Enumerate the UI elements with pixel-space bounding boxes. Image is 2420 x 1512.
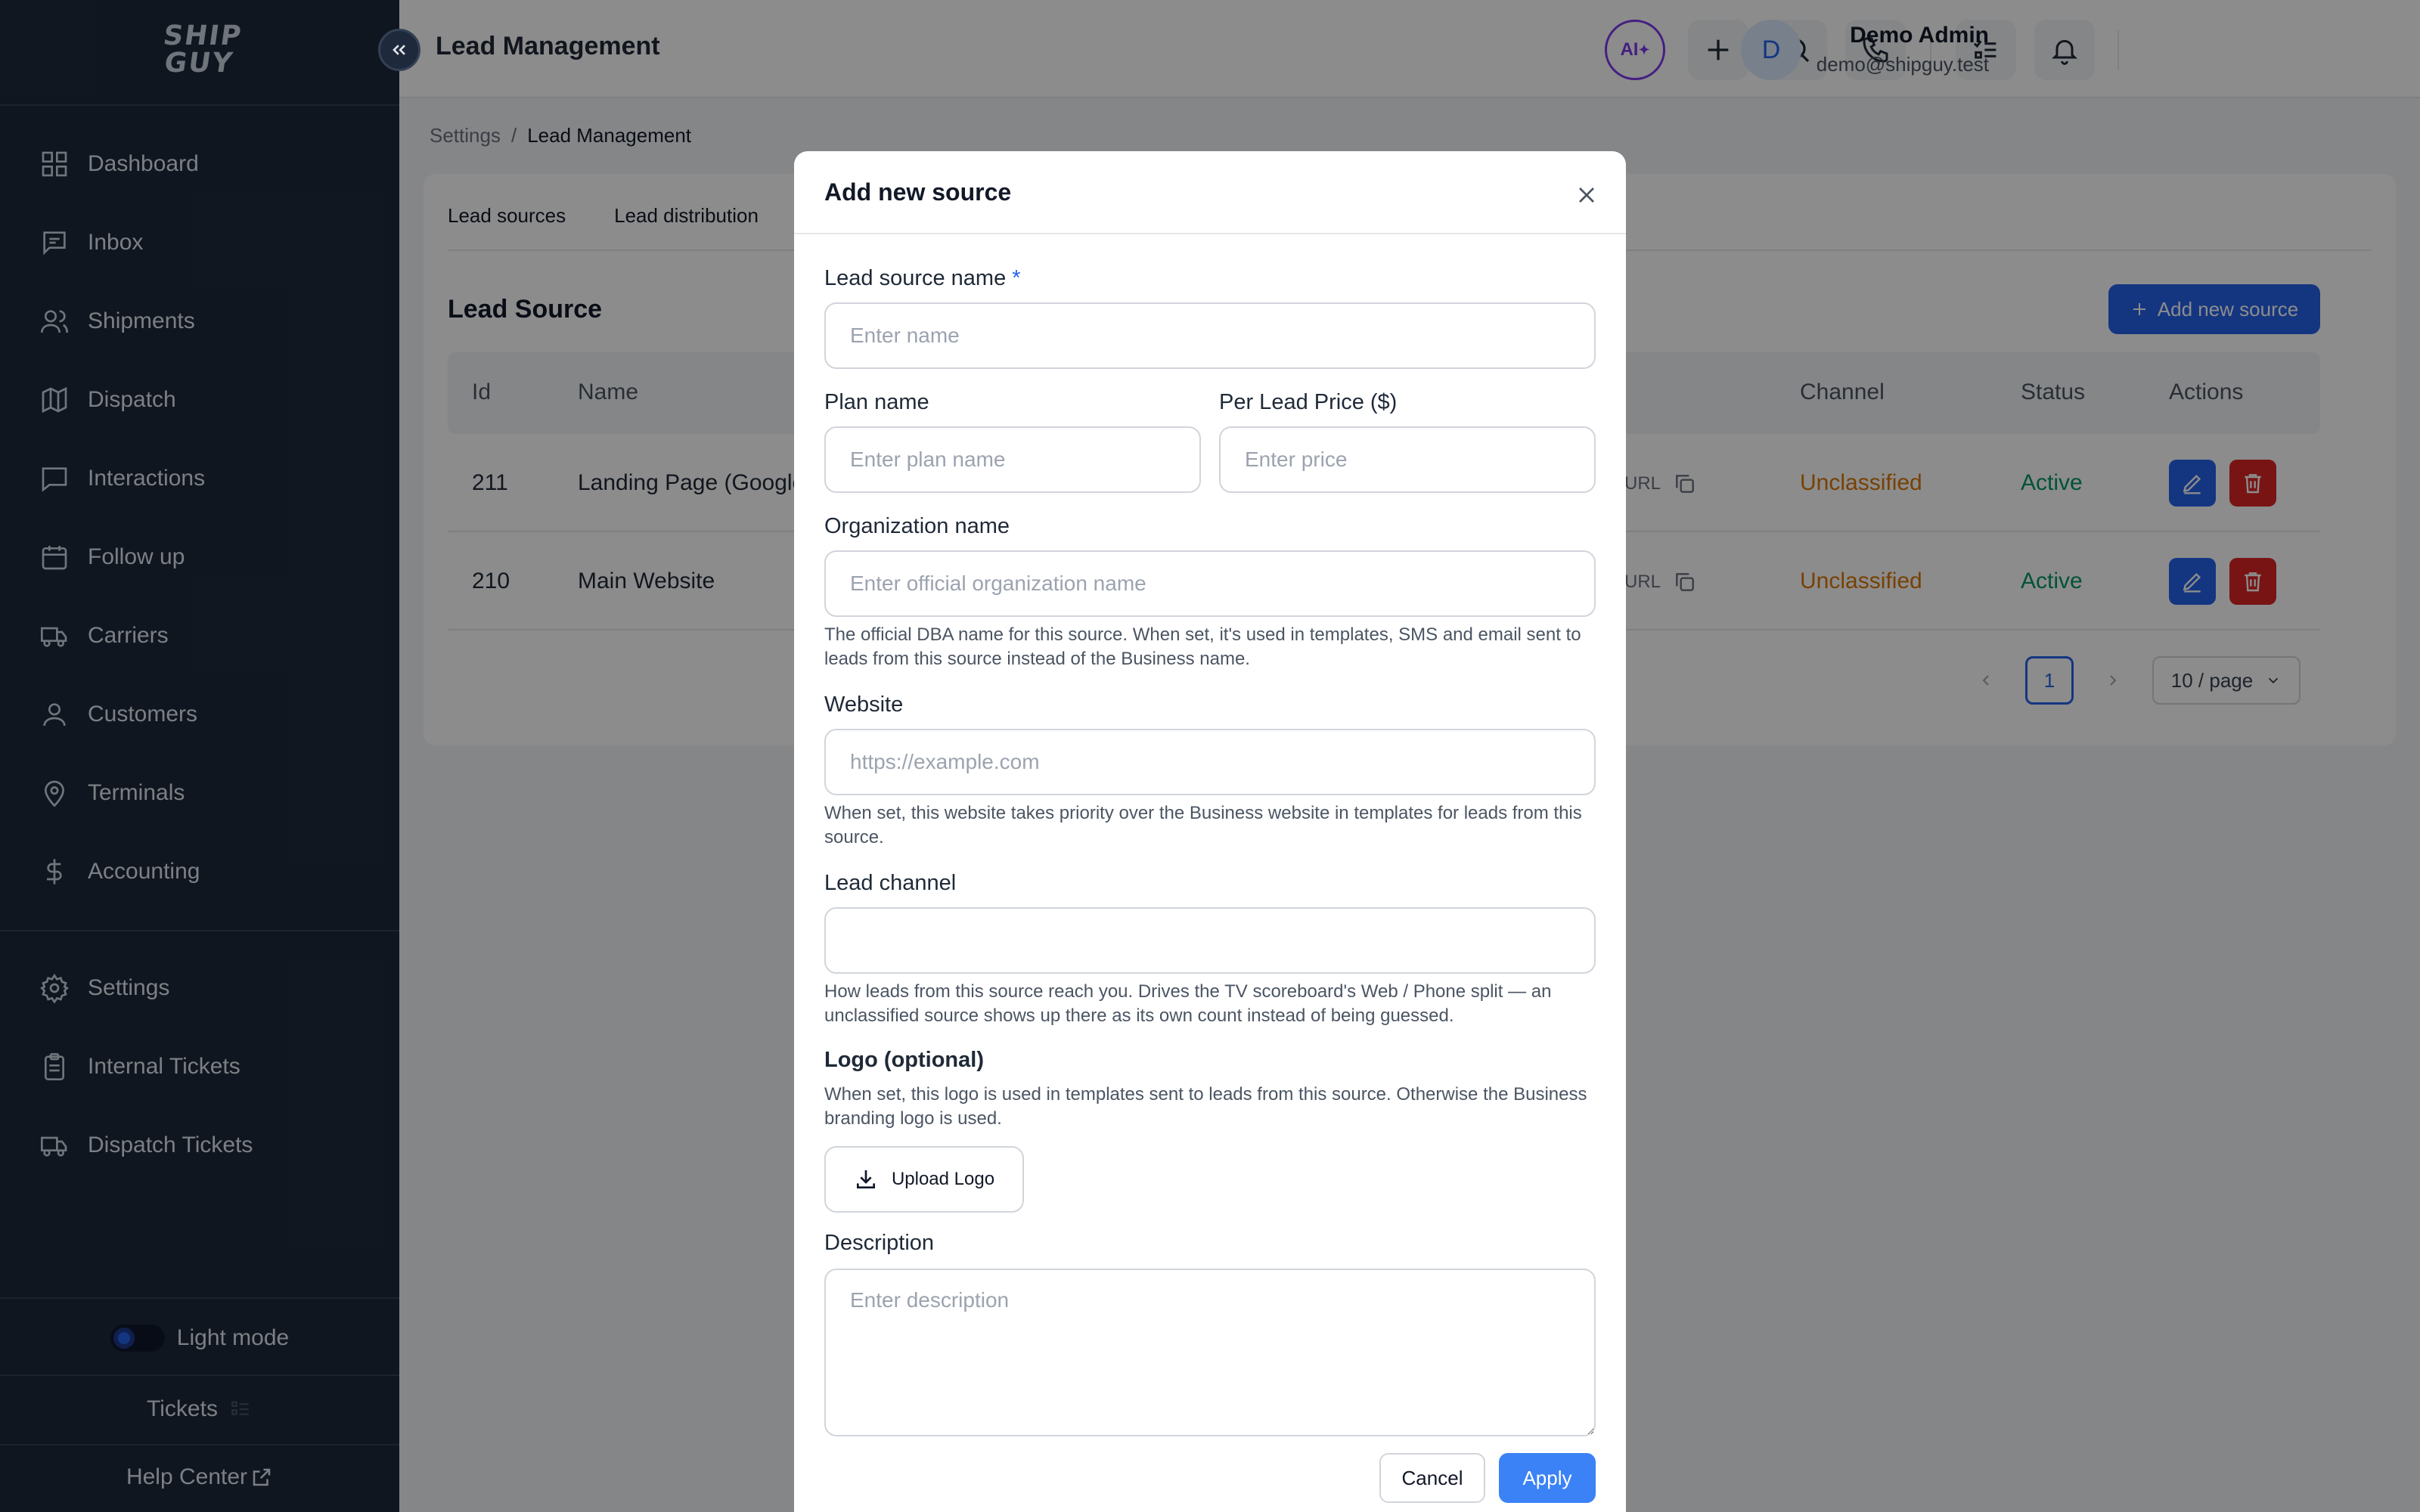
lead-source-name-input[interactable]: [824, 302, 1596, 369]
description-label: Description: [824, 1231, 935, 1255]
plan-name-input[interactable]: [824, 426, 1201, 493]
per-lead-price-label: Per Lead Price ($): [1219, 390, 1398, 414]
description-textarea[interactable]: [824, 1269, 1596, 1436]
apply-button[interactable]: Apply: [1499, 1453, 1596, 1503]
website-label: Website: [824, 692, 904, 717]
per-lead-price-input[interactable]: [1219, 426, 1596, 493]
add-source-modal: Add new source Lead source name * Plan n…: [794, 151, 1626, 1512]
cancel-button[interactable]: Cancel: [1379, 1453, 1485, 1503]
lead-channel-help: How leads from this source reach you. Dr…: [824, 981, 1552, 1026]
required-mark: *: [1012, 266, 1021, 290]
website-help: When set, this website takes priority ov…: [824, 803, 1582, 847]
website-input[interactable]: [824, 729, 1596, 795]
modal-title: Add new source: [824, 178, 1012, 206]
logo-help: When set, this logo is used in templates…: [824, 1084, 1587, 1129]
download-icon: [854, 1167, 878, 1191]
lead-channel-select[interactable]: [824, 907, 1596, 974]
organization-name-input[interactable]: [824, 550, 1596, 617]
organization-name-label: Organization name: [824, 514, 1010, 538]
logo-label: Logo (optional): [824, 1048, 984, 1072]
organization-name-help: The official DBA name for this source. W…: [824, 624, 1581, 669]
upload-logo-button[interactable]: Upload Logo: [824, 1146, 1024, 1213]
modal-divider: [794, 233, 1626, 234]
chevrons-left-icon: [389, 39, 410, 60]
upload-logo-label: Upload Logo: [891, 1169, 995, 1189]
collapse-sidebar-button[interactable]: [378, 29, 420, 71]
lead-source-name-label: Lead source name *: [824, 266, 1021, 291]
lead-source-name-label-text: Lead source name: [824, 266, 1007, 290]
close-icon[interactable]: [1573, 181, 1600, 209]
lead-channel-label: Lead channel: [824, 871, 957, 895]
plan-name-label: Plan name: [824, 390, 929, 414]
